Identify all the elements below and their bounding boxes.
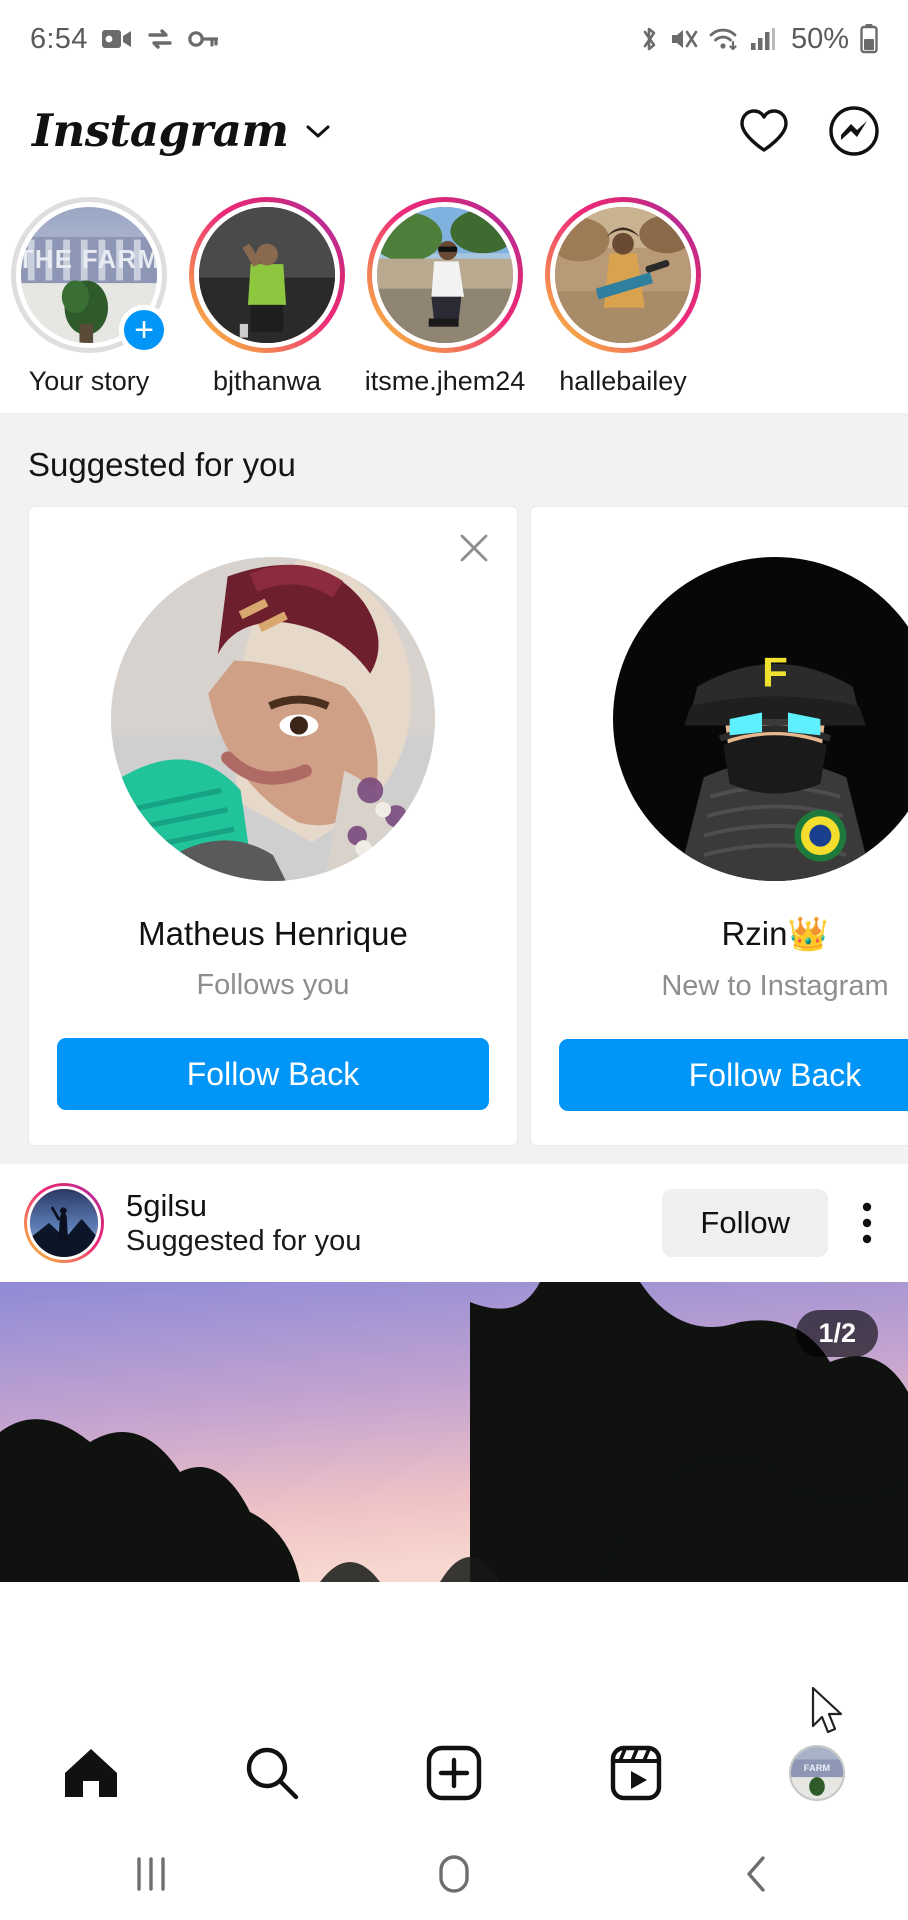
system-navigation-bar: [0, 1828, 908, 1920]
avatar: F: [613, 557, 908, 881]
add-story-plus-icon[interactable]: +: [119, 305, 169, 355]
cellular-signal-icon: [750, 26, 776, 52]
suggested-cards-row[interactable]: Matheus Henrique Follows you Follow Back: [0, 506, 908, 1146]
tab-search[interactable]: [182, 1744, 364, 1802]
vpn-key-icon: [187, 28, 218, 50]
wifi-icon: [709, 26, 739, 52]
battery-percent: 50%: [790, 22, 849, 55]
post-author-meta: 5gilsu Suggested for you: [126, 1188, 361, 1259]
suggested-card[interactable]: F Rzin👑 New to Instagram Follow Back: [530, 506, 908, 1146]
story-item-bjthanwa[interactable]: bjthanwa: [178, 197, 356, 397]
tab-profile[interactable]: FARM: [726, 1745, 908, 1801]
activity-heart-icon[interactable]: [738, 107, 790, 155]
tab-home[interactable]: [0, 1745, 182, 1801]
home-icon: [61, 1745, 121, 1801]
story-label: itsme.jhem24: [364, 366, 526, 396]
home-circle-icon: [434, 1852, 474, 1896]
reels-icon: [609, 1744, 663, 1802]
story-ring: [367, 197, 523, 353]
status-bar: 6:54 50%: [0, 0, 908, 78]
system-back-button[interactable]: [605, 1852, 908, 1896]
battery-icon: [860, 24, 878, 54]
system-recents-button[interactable]: [0, 1853, 303, 1895]
app-bar: Instagram: [0, 78, 908, 183]
status-bar-left: 6:54: [30, 23, 218, 56]
status-time: 6:54: [30, 22, 88, 55]
suggested-section: Suggested for you Matheus Henrique Follo…: [0, 414, 908, 1164]
profile-avatar: FARM: [789, 1745, 846, 1801]
suggested-card[interactable]: Matheus Henrique Follows you Follow Back: [28, 506, 518, 1146]
volume-mute-icon: [670, 26, 698, 52]
svg-text:FARM: FARM: [804, 1763, 831, 1773]
follow-button[interactable]: Follow: [662, 1189, 828, 1257]
story-avatar: [194, 202, 340, 348]
tab-create[interactable]: [363, 1744, 545, 1802]
story-label: Your story: [28, 366, 150, 396]
search-icon: [243, 1744, 301, 1802]
story-ring: [545, 197, 701, 353]
suggested-section-title: Suggested for you: [28, 446, 296, 483]
story-avatar: [372, 202, 518, 348]
bluetooth-icon: [639, 25, 659, 53]
suggested-user-subtitle: New to Instagram: [661, 970, 889, 1002]
story-ring: THE FARM +: [11, 197, 169, 355]
suggested-user-subtitle: Follows you: [196, 969, 350, 1001]
close-icon[interactable]: [457, 531, 491, 565]
post-author-ring[interactable]: [24, 1183, 104, 1263]
back-chevron-icon: [740, 1852, 774, 1896]
bottom-tab-bar: FARM: [0, 1718, 908, 1828]
story-ring: [189, 197, 345, 353]
chevron-down-icon[interactable]: [303, 121, 333, 141]
messenger-icon[interactable]: [828, 105, 880, 157]
recents-icon: [131, 1853, 171, 1895]
avatar: [111, 557, 435, 881]
follow-back-button[interactable]: Follow Back: [57, 1038, 489, 1110]
story-label: bjthanwa: [212, 366, 322, 396]
follow-back-button[interactable]: Follow Back: [559, 1039, 908, 1111]
post-media[interactable]: 1/2: [0, 1282, 908, 1582]
post-username[interactable]: 5gilsu: [126, 1188, 361, 1225]
story-item-itsme-jhem24[interactable]: itsme.jhem24: [356, 197, 534, 397]
post-author-avatar: [27, 1186, 101, 1260]
carousel-counter: 1/2: [796, 1310, 878, 1357]
post-header: 5gilsu Suggested for you Follow: [0, 1164, 908, 1282]
system-home-button[interactable]: [303, 1852, 606, 1896]
story-avatar: [550, 202, 696, 348]
instagram-logo[interactable]: Instagram: [32, 104, 289, 157]
svg-text:THE FARM: THE FARM: [21, 246, 157, 274]
story-label: hallebailey: [559, 366, 687, 396]
tab-reels[interactable]: [545, 1744, 727, 1802]
story-item-hallebailey[interactable]: hallebailey: [534, 197, 712, 397]
suggested-user-name: Rzin👑: [721, 915, 829, 952]
video-camera-icon: [101, 27, 132, 51]
svg-text:F: F: [762, 649, 788, 696]
status-bar-right: 50%: [639, 23, 878, 56]
app-bar-actions: [738, 105, 880, 157]
plus-square-icon: [425, 1744, 483, 1802]
post-subtitle: Suggested for you: [126, 1225, 362, 1258]
suggested-user-name: Matheus Henrique: [138, 915, 408, 952]
story-item-your-story[interactable]: THE FARM + Your story: [0, 197, 178, 397]
stories-tray[interactable]: THE FARM + Your story bjthanwa itsme.jhe…: [0, 183, 908, 414]
kebab-menu-icon[interactable]: [848, 1191, 886, 1255]
sync-icon: [146, 27, 174, 51]
